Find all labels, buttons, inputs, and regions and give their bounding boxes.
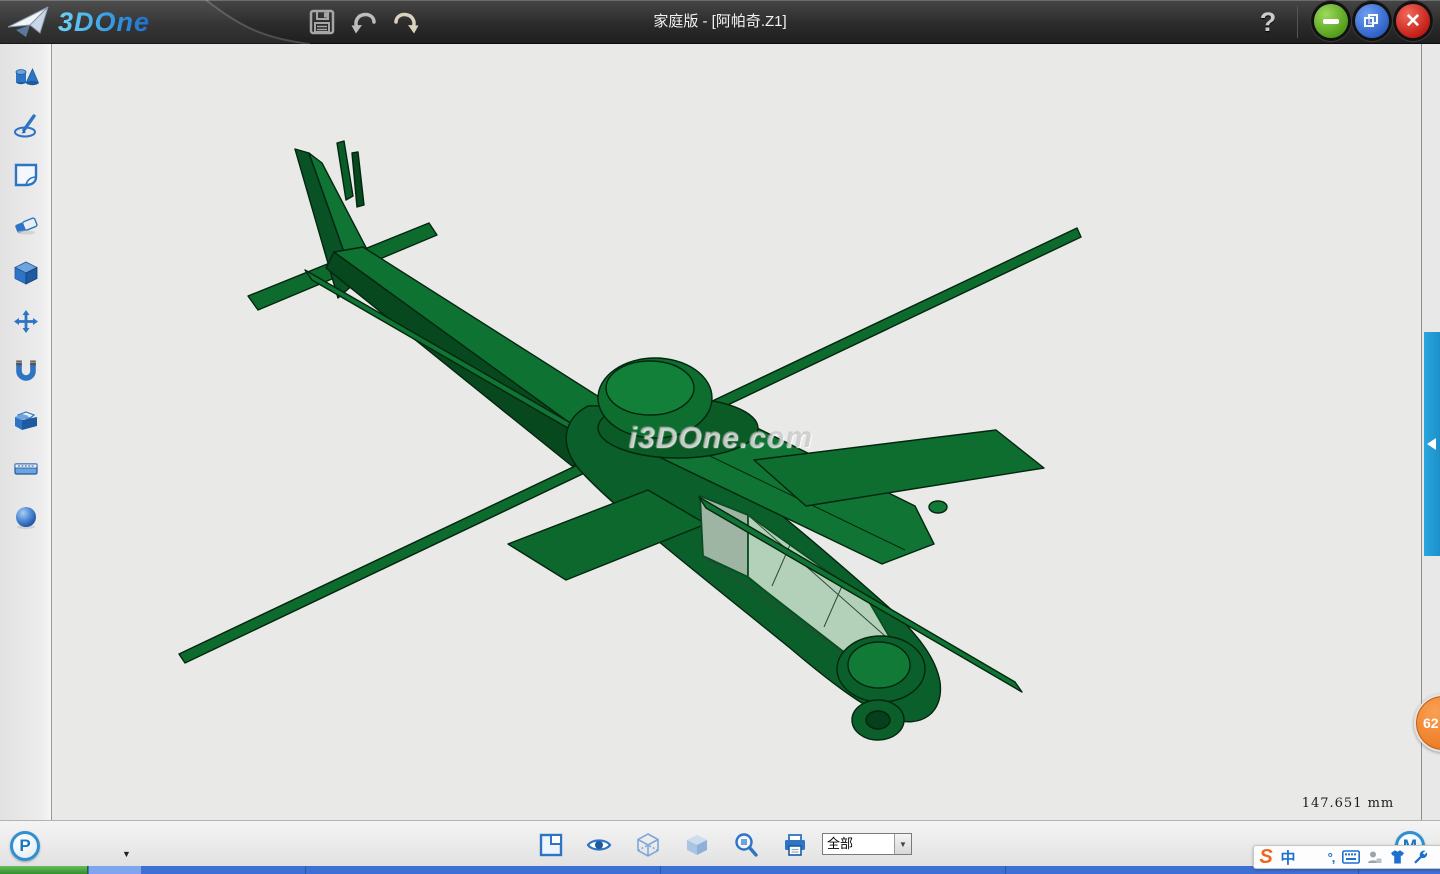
titlebar-divider <box>1297 6 1298 38</box>
paper-plane-icon <box>6 3 52 41</box>
printer-icon[interactable] <box>782 832 808 858</box>
maximize-button[interactable] <box>1355 4 1389 38</box>
wrench-icon <box>1412 849 1428 865</box>
tshirt-icon <box>1389 849 1406 865</box>
filter-dropdown[interactable]: 全部 ▼ <box>822 833 912 855</box>
ime-toolbox-button[interactable] <box>1410 846 1430 868</box>
print-bed-icon[interactable] <box>13 456 39 481</box>
undo-icon[interactable] <box>350 8 378 36</box>
start-button[interactable] <box>0 866 88 874</box>
chevron-left-icon <box>1427 438 1436 450</box>
app-name: 3DOne <box>58 7 150 38</box>
document-title: 家庭版 - [阿帕奇.Z1] <box>653 0 786 44</box>
p-label: P <box>19 836 30 856</box>
view-corner-icon[interactable] <box>538 832 564 858</box>
ime-toolbar: S 中 °, <box>1253 845 1440 869</box>
render-sphere-icon[interactable] <box>13 505 39 530</box>
minimize-icon <box>1323 19 1339 24</box>
user-dict-button[interactable] <box>1364 846 1384 868</box>
lang-mode-label: 中 <box>1280 847 1295 868</box>
taskbar-active-button[interactable] <box>89 866 141 874</box>
feature-cube-icon[interactable] <box>13 260 39 285</box>
shaded-cube-icon[interactable] <box>684 832 710 858</box>
taskbar-separator <box>660 866 661 874</box>
move-transform-icon[interactable] <box>13 309 39 334</box>
chevron-down-icon: ▼ <box>894 834 911 854</box>
maximize-icon <box>1364 14 1380 28</box>
redo-icon[interactable] <box>392 8 420 36</box>
panel-collapse-tab[interactable] <box>1424 332 1440 556</box>
eye-visibility-icon[interactable] <box>586 832 612 858</box>
person-icon <box>1367 850 1382 865</box>
filter-value: 全部 <box>823 834 894 854</box>
p-dropdown-caret[interactable]: ▼ <box>122 849 131 859</box>
taskbar-separator <box>1005 866 1006 874</box>
moon-icon <box>1303 849 1319 865</box>
help-button[interactable]: ? <box>1254 2 1282 42</box>
close-icon: ✕ <box>1405 12 1421 31</box>
sketch-draw-icon[interactable] <box>13 113 39 138</box>
p-quick-button[interactable]: P <box>10 831 40 861</box>
soft-keyboard-button[interactable] <box>1341 846 1361 868</box>
measurement-readout: 147.651 mm <box>1278 796 1418 811</box>
open-box-special-icon[interactable] <box>13 407 39 432</box>
viewport-canvas[interactable]: i3DOne.com 147.651 mm <box>52 44 1421 820</box>
zoom-search-icon[interactable] <box>733 832 759 858</box>
sogou-logo-icon[interactable]: S <box>1257 846 1275 868</box>
badge-count: 62 <box>1423 715 1439 731</box>
punctuation-label: °, <box>1328 850 1335 865</box>
eraser-edit-icon[interactable] <box>13 211 39 236</box>
bottom-toolbar: P ▼ 全部 ▼ M <box>0 820 1440 866</box>
magnet-assembly-icon[interactable] <box>13 358 39 383</box>
keyboard-icon <box>1342 850 1360 864</box>
sogou-s-label: S <box>1259 847 1272 867</box>
wireframe-cube-icon[interactable] <box>635 832 661 858</box>
punctuation-button[interactable]: °, <box>1324 846 1338 868</box>
left-toolbar <box>0 44 52 820</box>
os-taskbar[interactable] <box>0 866 1440 874</box>
skin-button[interactable] <box>1387 846 1407 868</box>
sketch-surface-icon[interactable] <box>13 162 39 187</box>
titlebar: 3DOne 家庭版 - [阿帕奇.Z1] ? ✕ <box>0 0 1440 44</box>
fullwidth-moon-button[interactable] <box>1301 846 1321 868</box>
minimize-button[interactable] <box>1314 4 1348 38</box>
taskbar-separator <box>305 866 306 874</box>
app-logo: 3DOne <box>6 2 150 42</box>
chinese-mode-button[interactable]: 中 <box>1278 846 1298 868</box>
3done-app-window: { "window": { "app_name": "3DOne", "titl… <box>0 0 1440 874</box>
basic-solids-icon[interactable] <box>13 64 39 89</box>
save-icon[interactable] <box>308 8 336 36</box>
watermark: i3DOne.com <box>628 421 813 455</box>
close-button[interactable]: ✕ <box>1396 4 1430 38</box>
